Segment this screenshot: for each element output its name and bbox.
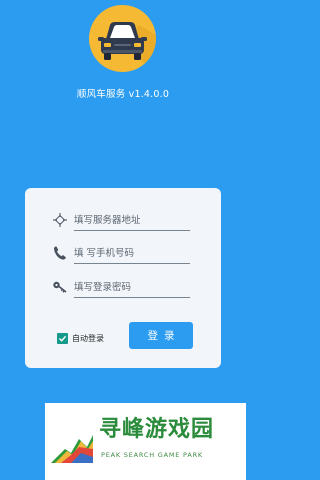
login-button[interactable]: 登录: [129, 322, 193, 349]
phone-icon: [52, 245, 68, 261]
phone-input[interactable]: [74, 246, 188, 261]
app-title: 顺风车服务 v1.4.0.0: [76, 89, 170, 100]
server-address-underline: [74, 230, 190, 231]
password-underline: [74, 297, 190, 298]
auto-login-checkbox[interactable]: [57, 333, 68, 344]
checkmark-icon: [59, 335, 67, 342]
phone-underline: [74, 263, 190, 264]
password-input[interactable]: [74, 280, 188, 295]
watermark-subtitle: PEAK SEARCH GAME PARK: [101, 451, 203, 459]
crosshair-icon: [52, 212, 68, 228]
watermark-title: 寻峰游戏园: [99, 417, 215, 442]
auto-login-label: 自动登录: [72, 334, 104, 343]
password-field: [52, 279, 190, 298]
login-card: 自动登录 登录: [25, 188, 221, 368]
server-address-input[interactable]: [74, 213, 188, 228]
car-icon: [98, 22, 156, 72]
app-logo: [89, 5, 156, 72]
watermark: 寻峰游戏园 PEAK SEARCH GAME PARK: [45, 403, 246, 480]
key-icon: [52, 279, 68, 295]
server-address-field: [52, 212, 190, 231]
auto-login-toggle[interactable]: 自动登录: [57, 332, 104, 345]
phone-field: [52, 245, 190, 264]
mountain-logo-icon: [51, 435, 93, 463]
